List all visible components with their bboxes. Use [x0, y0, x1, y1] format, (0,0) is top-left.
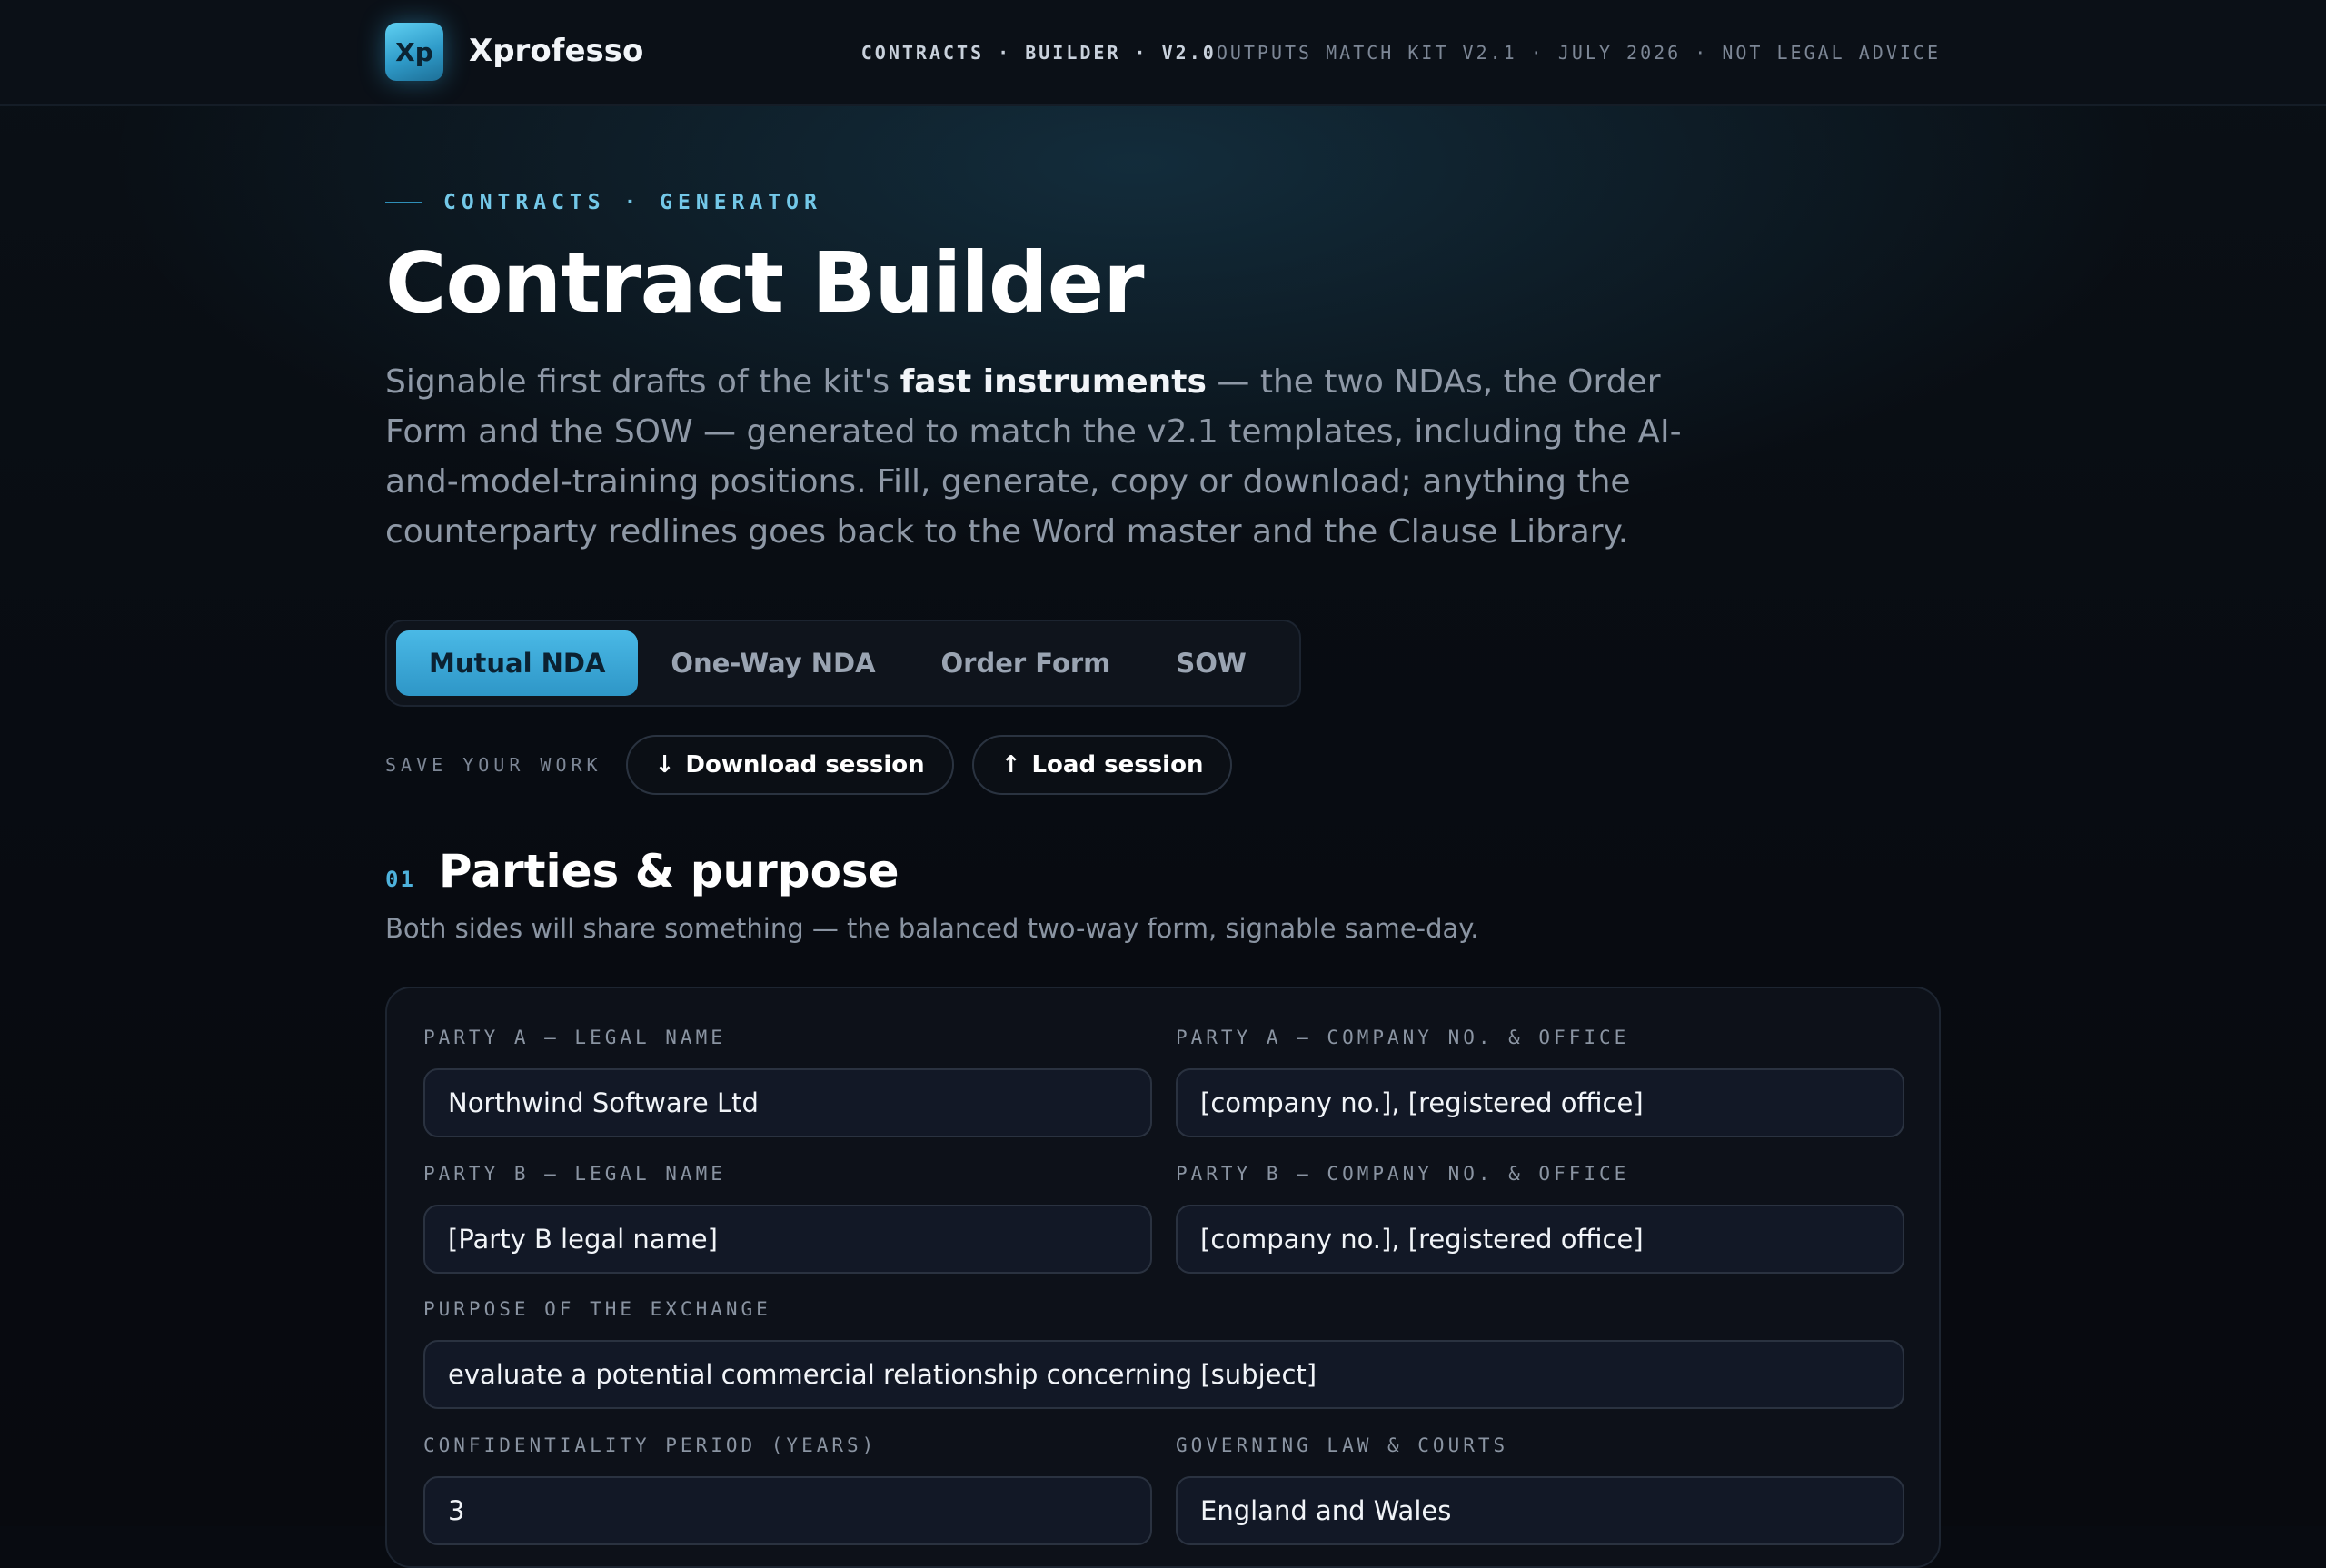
session-label: SAVE YOUR WORK — [385, 754, 602, 776]
tab-sow[interactable]: SOW — [1143, 630, 1279, 696]
top-meta-product: CONTRACTS · BUILDER · V2.0 — [860, 42, 1217, 64]
top-meta-disclaimer: OUTPUTS MATCH KIT V2.1 · JULY 2026 · NOT… — [1216, 42, 1941, 64]
party-a-name-input[interactable]: Northwind Software Ltd — [423, 1068, 1152, 1137]
tab-one-way-nda[interactable]: One-Way NDA — [638, 630, 908, 696]
party-a-office-input[interactable]: [company no.], [registered office] — [1176, 1068, 1904, 1137]
field-party-a-office: PARTY A — COMPANY NO. & OFFICE [company … — [1176, 1027, 1904, 1137]
governing-law-input[interactable]: England and Wales — [1176, 1476, 1904, 1545]
eyebrow-rule — [385, 202, 422, 203]
field-label: PARTY A — LEGAL NAME — [423, 1027, 726, 1048]
download-session-label: Download session — [685, 751, 925, 779]
field-label: CONFIDENTIALITY PERIOD (YEARS) — [423, 1434, 878, 1456]
top-bar: Xp Xprofesso CONTRACTS · BUILDER · V2.0O… — [0, 0, 2326, 106]
page-title: Contract Builder — [385, 234, 1145, 332]
brand-logo-icon[interactable]: Xp — [385, 23, 443, 81]
section-number: 01 — [385, 867, 415, 892]
lede-pre: Signable first drafts of the kit's — [385, 363, 900, 401]
field-party-a-name: PARTY A — LEGAL NAME Northwind Software … — [423, 1027, 1152, 1137]
field-party-b-office: PARTY B — COMPANY NO. & OFFICE [company … — [1176, 1163, 1904, 1274]
party-b-name-input[interactable]: [Party B legal name] — [423, 1205, 1152, 1274]
confidentiality-period-input[interactable]: 3 — [423, 1476, 1152, 1545]
field-purpose: PURPOSE OF THE EXCHANGE evaluate a poten… — [423, 1298, 1904, 1409]
party-b-office-input[interactable]: [company no.], [registered office] — [1176, 1205, 1904, 1274]
eyebrow-text: CONTRACTS · GENERATOR — [443, 191, 822, 214]
session-controls: SAVE YOUR WORK ↓ Download session ↑ Load… — [385, 735, 1233, 795]
section-title: Parties & purpose — [438, 845, 900, 898]
field-label: PARTY B — COMPANY NO. & OFFICE — [1176, 1163, 1630, 1185]
field-governing-law: GOVERNING LAW & COURTS England and Wales — [1176, 1434, 1904, 1545]
parties-form-card: PARTY A — LEGAL NAME Northwind Software … — [385, 987, 1941, 1568]
field-label: PARTY B — LEGAL NAME — [423, 1163, 726, 1185]
field-party-b-name: PARTY B — LEGAL NAME [Party B legal name… — [423, 1163, 1152, 1274]
eyebrow: CONTRACTS · GENERATOR — [385, 191, 822, 214]
section-heading: 01 Parties & purpose — [385, 845, 900, 898]
arrow-down-icon: ↓ — [654, 751, 675, 779]
load-session-label: Load session — [1031, 751, 1204, 779]
arrow-up-icon: ↑ — [1000, 751, 1021, 779]
field-confidentiality-period: CONFIDENTIALITY PERIOD (YEARS) 3 — [423, 1434, 1152, 1545]
field-label: GOVERNING LAW & COURTS — [1176, 1434, 1509, 1456]
download-session-button[interactable]: ↓ Download session — [625, 735, 954, 795]
top-meta: CONTRACTS · BUILDER · V2.0OUTPUTS MATCH … — [861, 42, 1941, 64]
instrument-tabs: Mutual NDA One-Way NDA Order Form SOW — [385, 620, 1301, 707]
tab-order-form[interactable]: Order Form — [909, 630, 1144, 696]
tab-mutual-nda[interactable]: Mutual NDA — [396, 630, 639, 696]
field-label: PURPOSE OF THE EXCHANGE — [423, 1298, 771, 1320]
brand-name[interactable]: Xprofesso — [469, 33, 643, 69]
purpose-input[interactable]: evaluate a potential commercial relation… — [423, 1340, 1904, 1409]
section-subtitle: Both sides will share something — the ba… — [385, 913, 1479, 944]
page-lede: Signable first drafts of the kit's fast … — [385, 357, 1721, 557]
lede-bold: fast instruments — [900, 363, 1207, 401]
field-label: PARTY A — COMPANY NO. & OFFICE — [1176, 1027, 1630, 1048]
load-session-button[interactable]: ↑ Load session — [971, 735, 1233, 795]
